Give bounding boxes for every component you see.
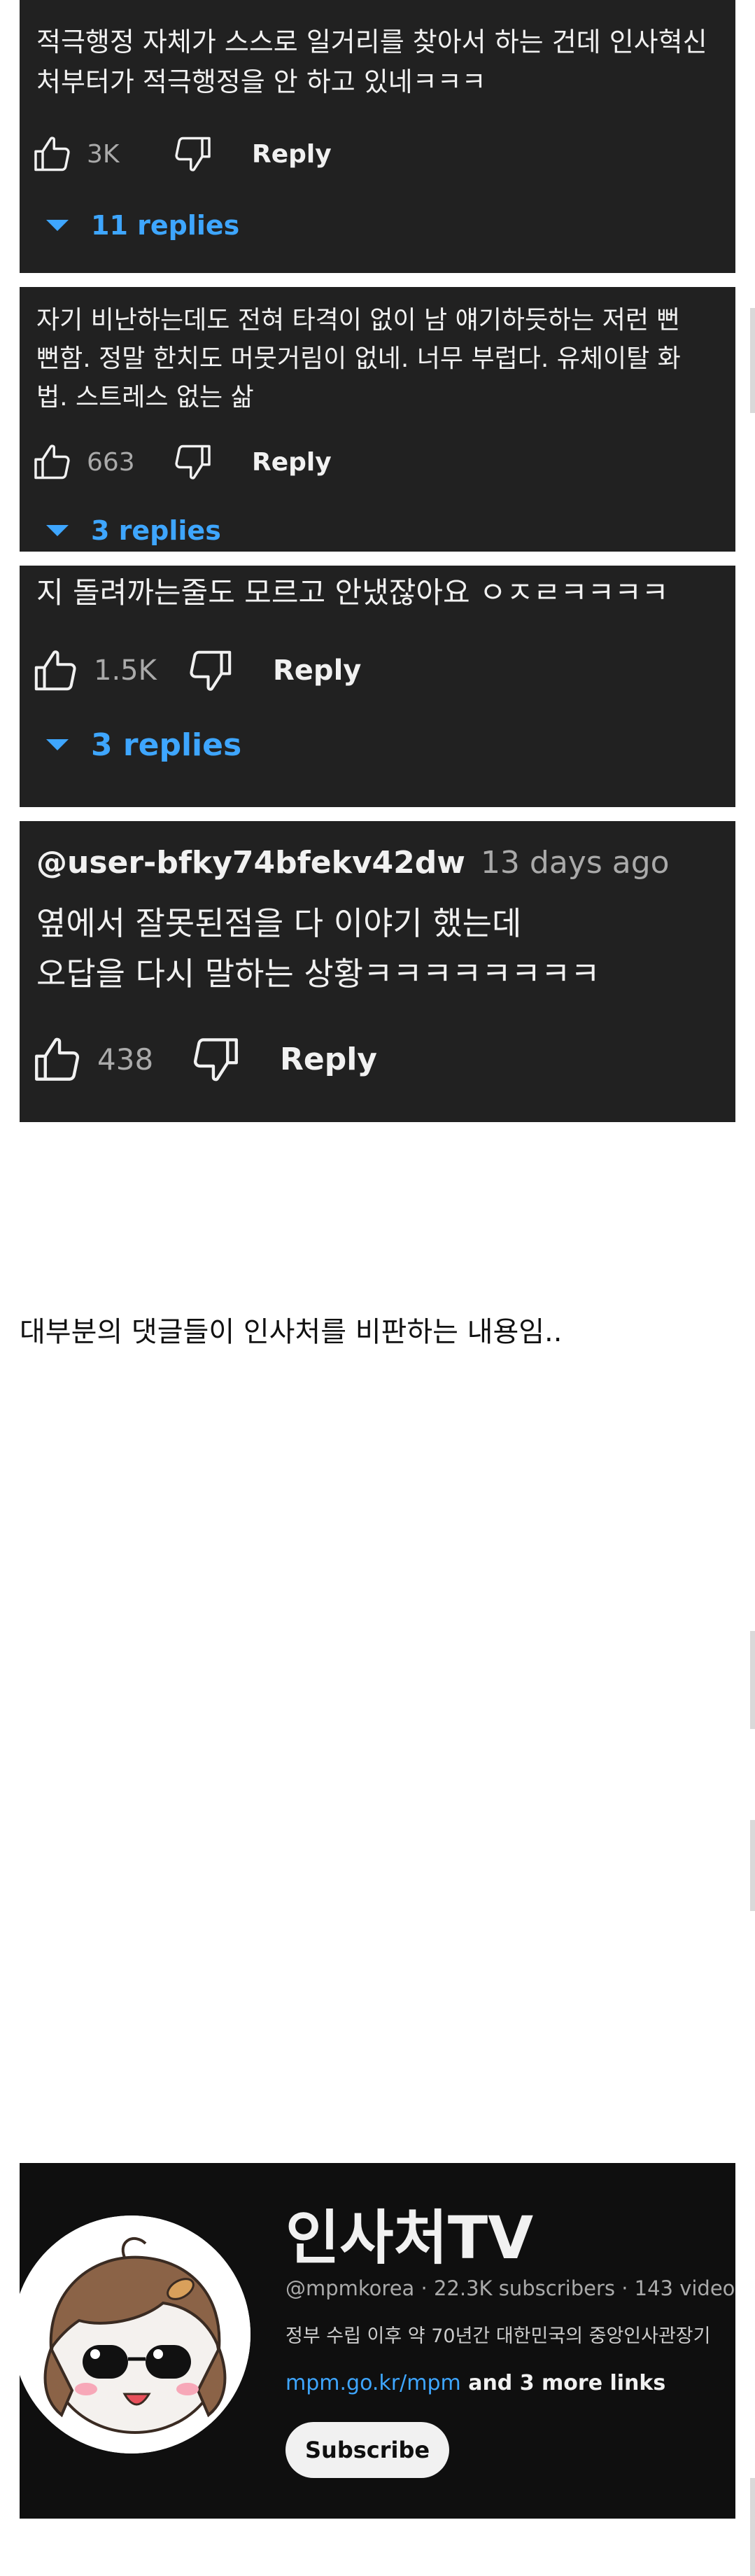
like-count: 663 bbox=[87, 447, 135, 477]
comment-author[interactable]: @user-bfky74bfekv42dw bbox=[36, 845, 465, 881]
replies-label: 3 replies bbox=[91, 727, 242, 763]
comment-text: 자기 비난하는데도 전혀 타격이 없이 남 얘기하듯하는 저런 뻔 뻔함. 정말… bbox=[36, 306, 681, 412]
thumb-up-icon[interactable] bbox=[32, 133, 74, 175]
channel-links: mpm.go.kr/mpm and 3 more links bbox=[285, 2371, 665, 2395]
subscribe-button[interactable]: Subscribe bbox=[285, 2422, 450, 2478]
thumb-down-icon[interactable] bbox=[188, 1033, 241, 1086]
view-replies-button[interactable]: 3 replies bbox=[46, 724, 241, 766]
caret-down-icon bbox=[46, 525, 69, 536]
thumb-up-icon[interactable] bbox=[32, 441, 74, 483]
comment-card: 적극행정 자체가 스스로 일거리를 찾아서 하는 건데 인사혁신 처부터가 적극… bbox=[20, 0, 735, 273]
caret-down-icon bbox=[46, 739, 69, 750]
replies-label: 3 replies bbox=[91, 515, 221, 546]
replies-label: 11 replies bbox=[91, 210, 240, 241]
channel-name[interactable]: 인사처TV bbox=[285, 2191, 533, 2276]
caret-down-icon bbox=[46, 220, 69, 231]
comment-text: 지 돌려까는줄도 모르고 안냈잖아요 ㅇㅈㄹㅋㅋㅋㅋ bbox=[36, 575, 669, 610]
view-replies-button[interactable]: 3 replies bbox=[46, 510, 221, 552]
channel-avatar[interactable] bbox=[20, 2216, 251, 2454]
channel-link[interactable]: mpm.go.kr/mpm bbox=[285, 2371, 461, 2395]
scroll-indicator bbox=[750, 1820, 755, 1911]
channel-description[interactable]: 정부 수립 이후 약 70년간 대한민국의 중앙인사관장기 bbox=[285, 2320, 735, 2348]
comment-actions: 438 Reply bbox=[32, 1031, 377, 1087]
more-links[interactable]: and 3 more links bbox=[461, 2371, 665, 2395]
thumb-up-icon[interactable] bbox=[32, 1033, 85, 1086]
like-count: 1.5K bbox=[94, 654, 157, 687]
scroll-indicator bbox=[750, 1631, 755, 1729]
scroll-indicator bbox=[750, 2478, 755, 2576]
post-caption: 대부분의 댓글들이 인사처를 비판하는 내용임.. bbox=[20, 1316, 563, 1348]
like-count: 3K bbox=[87, 139, 120, 169]
reply-button[interactable]: Reply bbox=[252, 140, 332, 169]
reply-button[interactable]: Reply bbox=[280, 1042, 377, 1077]
comment-time: 13 days ago bbox=[480, 845, 670, 881]
thumb-down-icon[interactable] bbox=[171, 441, 213, 483]
thumb-up-icon[interactable] bbox=[32, 646, 81, 695]
comment-text: 적극행정 자체가 스스로 일거리를 찾아서 하는 건데 인사혁신 처부터가 적극… bbox=[36, 27, 707, 97]
reply-button[interactable]: Reply bbox=[273, 654, 361, 687]
like-count: 438 bbox=[97, 1042, 154, 1077]
reply-button[interactable]: Reply bbox=[252, 448, 332, 477]
thumb-down-icon[interactable] bbox=[171, 133, 213, 175]
view-replies-button[interactable]: 11 replies bbox=[46, 204, 239, 246]
comment-actions: 1.5K Reply bbox=[32, 643, 361, 699]
comment-card: 지 돌려까는줄도 모르고 안냈잖아요 ㅇㅈㄹㅋㅋㅋㅋ 1.5K Reply 3 … bbox=[20, 566, 735, 807]
scroll-indicator bbox=[750, 308, 755, 413]
thumb-down-icon[interactable] bbox=[185, 646, 234, 695]
character-icon bbox=[20, 2216, 251, 2454]
channel-card: 인사처TV @mpmkorea · 22.3K subscribers · 14… bbox=[20, 2163, 735, 2519]
comment-header: @user-bfky74bfekv42dw 13 days ago bbox=[36, 842, 728, 884]
comment-card: @user-bfky74bfekv42dw 13 days ago 옆에서 잘못… bbox=[20, 821, 735, 1122]
comment-card: 자기 비난하는데도 전혀 타격이 없이 남 얘기하듯하는 저런 뻔 뻔함. 정말… bbox=[20, 287, 735, 552]
comment-text: 옆에서 잘못된점을 다 이야기 했는데 오답을 다시 말하는 상황ㅋㅋㅋㅋㅋㅋㅋ… bbox=[36, 904, 600, 993]
comment-actions: 663 Reply bbox=[32, 434, 332, 490]
comment-actions: 3K Reply bbox=[32, 126, 332, 182]
channel-meta: @mpmkorea · 22.3K subscribers · 143 vide… bbox=[285, 2276, 735, 2300]
